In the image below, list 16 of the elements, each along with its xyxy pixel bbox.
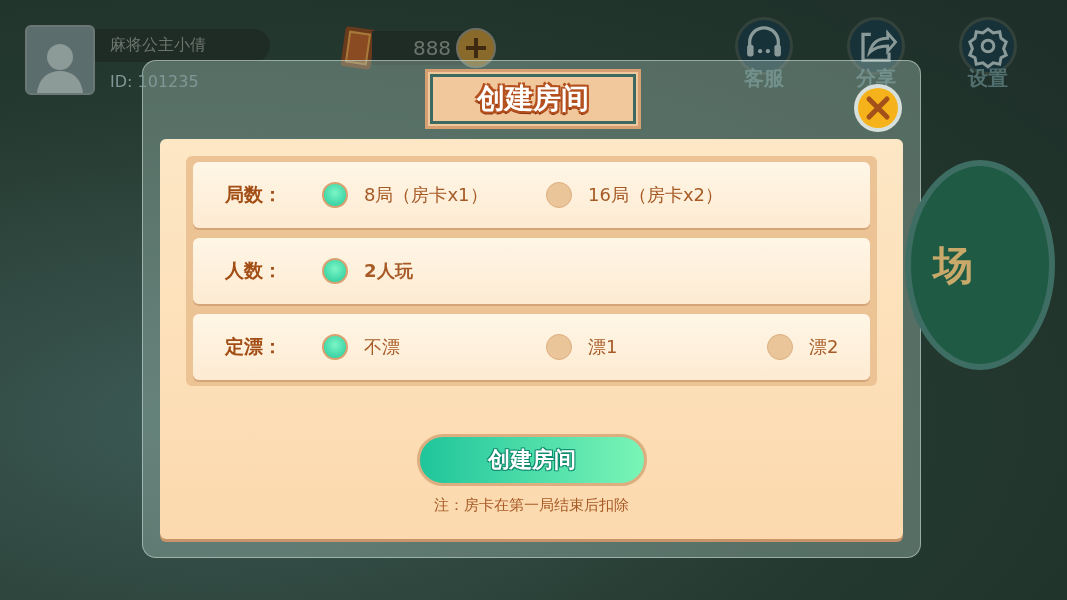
- room-card-icon: [340, 25, 376, 71]
- sign-badge: 场: [905, 160, 1055, 370]
- radio-option[interactable]: 8局（房卡x1）: [322, 182, 488, 208]
- radio-option[interactable]: 2人玩: [322, 258, 413, 284]
- avatar-placeholder: [25, 25, 95, 95]
- dialog-title: 创建房间: [425, 69, 641, 129]
- radio-option[interactable]: 16局（房卡x2）: [546, 182, 723, 208]
- player-name: 麻将公主小倩: [95, 29, 270, 62]
- option-label: 定漂：: [225, 334, 283, 359]
- option-label: 人数：: [225, 258, 283, 283]
- radio-option[interactable]: 漂1: [546, 334, 618, 360]
- radio-option[interactable]: 漂2: [767, 334, 839, 360]
- option-label: 局数：: [225, 182, 283, 207]
- radio-option[interactable]: 不漂: [322, 334, 400, 360]
- note-text: 注：房卡在第一局结束后扣除: [434, 496, 629, 515]
- plus-icon[interactable]: [456, 28, 496, 68]
